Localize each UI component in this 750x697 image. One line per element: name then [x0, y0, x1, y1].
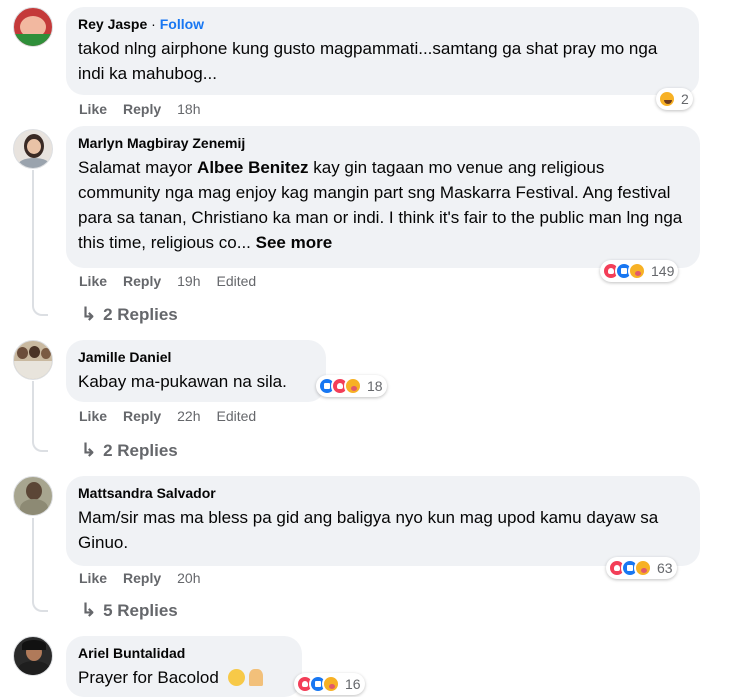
comment-text: Mam/sir mas ma bless pa gid ang baligya …: [78, 508, 659, 552]
timestamp[interactable]: 20h: [177, 569, 200, 587]
edited-label[interactable]: Edited: [217, 272, 257, 290]
reply-arrow-icon: ↳: [81, 440, 97, 460]
care-reaction-icon: [634, 559, 652, 577]
reaction-count: 149: [651, 263, 675, 279]
reaction-summary[interactable]: 63: [606, 557, 677, 579]
comment-actions: Like Reply 20h: [79, 569, 201, 587]
reaction-summary[interactable]: 16: [294, 673, 365, 695]
timestamp[interactable]: 22h: [177, 407, 200, 425]
mention-link[interactable]: Albee Benitez: [197, 158, 308, 177]
thread-line: [32, 381, 48, 452]
comment-text: Prayer for Bacolod: [78, 665, 290, 690]
thread-line: [32, 518, 48, 612]
timestamp[interactable]: 19h: [177, 272, 200, 290]
avatar[interactable]: [13, 476, 53, 516]
view-replies-button[interactable]: ↳ 5 Replies: [81, 600, 178, 621]
avatar[interactable]: [13, 7, 53, 47]
reply-arrow-icon: ↳: [81, 600, 97, 620]
like-button[interactable]: Like: [79, 100, 107, 118]
reply-button[interactable]: Reply: [123, 569, 161, 587]
care-reaction-icon: [322, 675, 340, 693]
reaction-summary[interactable]: 149: [600, 260, 679, 282]
comment-actions: Like Reply 22h Edited: [79, 407, 256, 425]
comment-actions: Like Reply 19h Edited: [79, 272, 256, 290]
reaction-count: 16: [345, 676, 361, 692]
separator: ·: [147, 16, 160, 32]
care-reaction-icon: [344, 377, 362, 395]
avatar[interactable]: [13, 129, 53, 169]
view-replies-button[interactable]: ↳ 2 Replies: [81, 304, 178, 325]
reaction-summary[interactable]: 2: [656, 88, 693, 110]
commenter-name[interactable]: Marlyn Magbiray Zenemij: [78, 134, 688, 152]
comment-bubble: Jamille Daniel Kabay ma-pukawan na sila.: [66, 340, 326, 402]
comment-text: Salamat mayor Albee Benitez kay gin taga…: [78, 155, 688, 255]
replies-count: 5 Replies: [103, 600, 178, 620]
comment-text-before: Salamat mayor: [78, 158, 198, 177]
comment-bubble: Marlyn Magbiray Zenemij Salamat mayor Al…: [66, 126, 700, 268]
follow-button[interactable]: Follow: [160, 16, 204, 32]
avatar[interactable]: [13, 636, 53, 676]
replies-count: 2 Replies: [103, 304, 178, 324]
comment-bubble: Rey Jaspe · Follow takod nlng airphone k…: [66, 7, 699, 95]
avatar[interactable]: [13, 340, 53, 380]
reaction-count: 63: [657, 560, 673, 576]
reply-button[interactable]: Reply: [123, 407, 161, 425]
commenter-name[interactable]: Jamille Daniel: [78, 348, 314, 366]
see-more-link[interactable]: See more: [256, 233, 333, 252]
like-button[interactable]: Like: [79, 272, 107, 290]
comment-text: Kabay ma-pukawan na sila.: [78, 372, 287, 391]
comment-actions: Like Reply 18h: [79, 100, 201, 118]
replies-count: 2 Replies: [103, 440, 178, 460]
care-reaction-icon: [628, 262, 646, 280]
comment-bubble: Ariel Buntalidad Prayer for Bacolod: [66, 636, 302, 697]
reaction-summary[interactable]: 18: [316, 375, 387, 397]
comment-text: takod nlng airphone kung gusto magpammat…: [78, 39, 658, 83]
reply-button[interactable]: Reply: [123, 100, 161, 118]
haha-reaction-icon: [658, 90, 676, 108]
timestamp[interactable]: 18h: [177, 100, 200, 118]
like-button[interactable]: Like: [79, 407, 107, 425]
view-replies-button[interactable]: ↳ 2 Replies: [81, 440, 178, 461]
praying-hands-emoji-icon: [249, 669, 264, 686]
commenter-name[interactable]: Ariel Buntalidad: [78, 644, 290, 662]
reaction-count: 18: [367, 378, 383, 394]
comment-bubble: Mattsandra Salvador Mam/sir mas ma bless…: [66, 476, 700, 566]
smile-emoji-icon: [227, 669, 245, 686]
commenter-name[interactable]: Mattsandra Salvador: [78, 484, 688, 502]
reaction-count: 2: [681, 91, 689, 107]
comment-text-content: Prayer for Bacolod: [78, 668, 219, 687]
commenter-name[interactable]: Rey Jaspe: [78, 16, 147, 32]
like-button[interactable]: Like: [79, 569, 107, 587]
reply-button[interactable]: Reply: [123, 272, 161, 290]
reply-arrow-icon: ↳: [81, 304, 97, 324]
thread-line: [32, 170, 48, 316]
edited-label[interactable]: Edited: [217, 407, 257, 425]
